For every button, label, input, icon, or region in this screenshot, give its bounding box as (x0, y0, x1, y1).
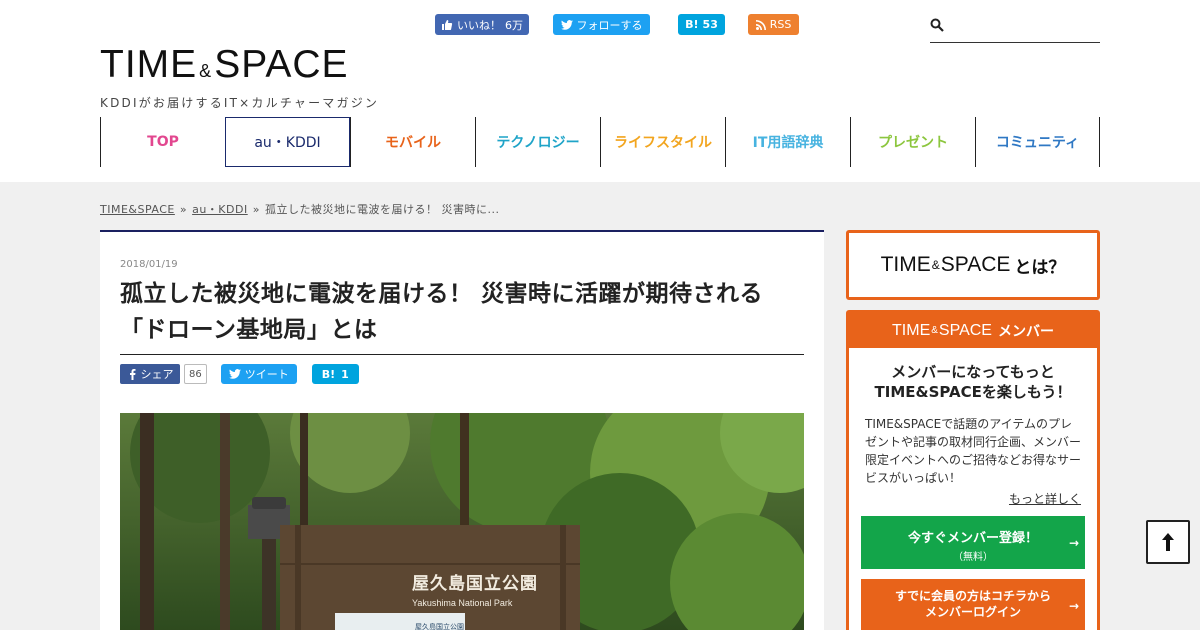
nav-item-lifestyle[interactable]: ライフスタイル (600, 117, 725, 167)
register-label: 今すぐメンバー登録！ (907, 531, 1038, 546)
nav-label: au・KDDI (254, 135, 321, 151)
twitter-follow-button[interactable]: フォローする (553, 14, 650, 35)
register-button[interactable]: 今すぐメンバー登録！ （無料） → (861, 516, 1085, 569)
scroll-to-top-button[interactable] (1146, 520, 1190, 564)
nav-label: テクノロジー (496, 135, 580, 151)
nav-label: TOP (147, 134, 179, 150)
member-lead-line2: TIME&SPACEを楽しもう！ (874, 383, 1072, 401)
member-login-button[interactable]: すでに会員の方はコチラから メンバーログイン → (861, 579, 1085, 630)
member-widget-header: TIME & SPACE メンバー (849, 313, 1097, 348)
search-icon[interactable] (930, 18, 944, 32)
logo-tagline: KDDIがお届けするIT×カルチャーマガジン (100, 96, 380, 110)
twitter-bird-icon (228, 369, 241, 379)
register-sub: （無料） (953, 552, 993, 563)
nav-label: IT用語辞典 (752, 135, 824, 151)
search-input[interactable] (950, 16, 1098, 38)
about-suffix: とは？ (1014, 257, 1066, 277)
facebook-share-count: 86 (184, 364, 207, 384)
rss-icon (755, 19, 766, 30)
global-nav: TOP au・KDDI モバイル テクノロジー ライフスタイル IT用語辞典 プ… (100, 117, 1100, 167)
breadcrumb-current: 孤立した被災地に電波を届ける！ 災害時に... (264, 203, 500, 216)
about-time-space-banner[interactable]: TIME & SPACE とは？ (846, 230, 1100, 300)
breadcrumb-home-link[interactable]: TIME&SPACE (100, 203, 175, 216)
logo-time: TIME (100, 43, 198, 86)
nav-item-top[interactable]: TOP (100, 117, 225, 167)
logo-amp: & (199, 61, 213, 81)
nav-item-technology[interactable]: テクノロジー (475, 117, 600, 167)
nav-item-mobile[interactable]: モバイル (350, 117, 475, 167)
breadcrumb: TIME&SPACE » au・KDDI » 孤立した被災地に電波を届ける！ 災害時に.… (100, 201, 499, 217)
member-head-suffix: メンバー (997, 322, 1054, 339)
facebook-share-label: シェア (140, 368, 174, 381)
login-label: すでに会員の方はコチラから メンバーログイン (861, 588, 1085, 620)
facebook-share-button[interactable]: シェア (120, 364, 180, 384)
nav-item-present[interactable]: プレゼント (850, 117, 975, 167)
hatena-bookmark-icon: B! (321, 367, 336, 381)
arrow-up-icon (1162, 533, 1174, 551)
site-header: いいね！ 6万 フォローする B! 53 RSS TIME &SPACE KDDI… (0, 0, 1200, 182)
facebook-icon (129, 369, 135, 380)
breadcrumb-separator: » (252, 203, 260, 216)
tweet-label: ツイート (244, 368, 289, 381)
breadcrumb-separator: » (179, 203, 188, 216)
search-box (930, 12, 1100, 43)
nav-item-it-glossary[interactable]: IT用語辞典 (725, 117, 850, 167)
article-title-line2: 「ドローン基地局」とは (120, 317, 378, 343)
login-line2: メンバーログイン (924, 605, 1021, 619)
nav-item-community[interactable]: コミュニティ (975, 117, 1100, 167)
twitter-bird-icon (560, 19, 573, 30)
article-title-line1: 孤立した被災地に電波を届ける！ 災害時に活躍が期待される (120, 281, 764, 307)
facebook-like-count: 6万 (505, 18, 523, 32)
more-details-link[interactable]: もっと詳しく (849, 490, 1081, 507)
article-title: 孤立した被災地に電波を届ける！ 災害時に活躍が期待される 「ドローン基地局」とは (120, 276, 804, 355)
nav-item-au-kddi[interactable]: au・KDDI (225, 117, 350, 167)
article-card: 2018/01/19 孤立した被災地に電波を届ける！ 災害時に活躍が期待される … (100, 230, 824, 630)
member-head-amp: & (931, 325, 938, 336)
logo-wordmark: TIME &SPACE (100, 44, 379, 92)
hatena-bookmark-count: 53 (702, 18, 718, 31)
nav-label: プレゼント (878, 135, 948, 151)
share-buttons: シェア 86 ツイート B! 1 (120, 364, 359, 384)
hatena-share-button[interactable]: B! 1 (311, 364, 359, 384)
sign-text-en: Yakushima National Park (412, 598, 513, 608)
site-logo[interactable]: TIME &SPACE KDDIがお届けするIT×カルチャーマガジン (100, 44, 379, 111)
facebook-like-icon (442, 19, 453, 30)
member-lead-line1: メンバーになってもっと (891, 363, 1055, 381)
arrow-right-icon: → (1068, 535, 1079, 550)
breadcrumb-category-link[interactable]: au・KDDI (192, 203, 248, 216)
arrow-right-icon: → (1068, 598, 1079, 613)
hero-image: 屋久島国立公園 Yakushima National Park 屋久島国立公園 (120, 413, 804, 630)
nav-label: モバイル (385, 135, 441, 151)
about-logo-time: TIME (880, 253, 931, 276)
nav-label: ライフスタイル (614, 135, 712, 151)
hatena-share-count: 1 (341, 367, 349, 381)
article-date: 2018/01/19 (120, 259, 178, 270)
member-widget: TIME & SPACE メンバー メンバーになってもっと TIME&SPACEを楽し… (846, 310, 1100, 630)
twitter-follow-label: フォローする (576, 18, 643, 32)
member-lead: メンバーになってもっと TIME&SPACEを楽しもう！ (849, 362, 1097, 402)
about-logo-space: SPACE (940, 253, 1011, 276)
member-head-time: TIME (892, 321, 931, 339)
rss-button[interactable]: RSS (748, 14, 799, 35)
rss-label: RSS (769, 18, 792, 31)
about-logo-amp: & (931, 258, 940, 272)
hatena-bookmark-icon: B! (685, 18, 699, 31)
sign-text-jp: 屋久島国立公園 (412, 574, 538, 594)
nav-label: コミュニティ (995, 135, 1080, 151)
sign-board-title: 屋久島国立公園 (415, 623, 464, 630)
member-head-space: SPACE (938, 321, 992, 339)
facebook-like-button[interactable]: いいね！ 6万 (435, 14, 529, 35)
logo-space: SPACE (214, 43, 349, 86)
tweet-button[interactable]: ツイート (220, 364, 297, 384)
member-description: TIME&SPACEで話題のアイテムのプレゼントや記事の取材同行企画、メンバー限… (865, 417, 1082, 485)
facebook-like-label: いいね！ (457, 18, 501, 32)
hatena-bookmark-button[interactable]: B! 53 (678, 14, 725, 35)
login-line1: すでに会員の方はコチラから (894, 589, 1052, 603)
